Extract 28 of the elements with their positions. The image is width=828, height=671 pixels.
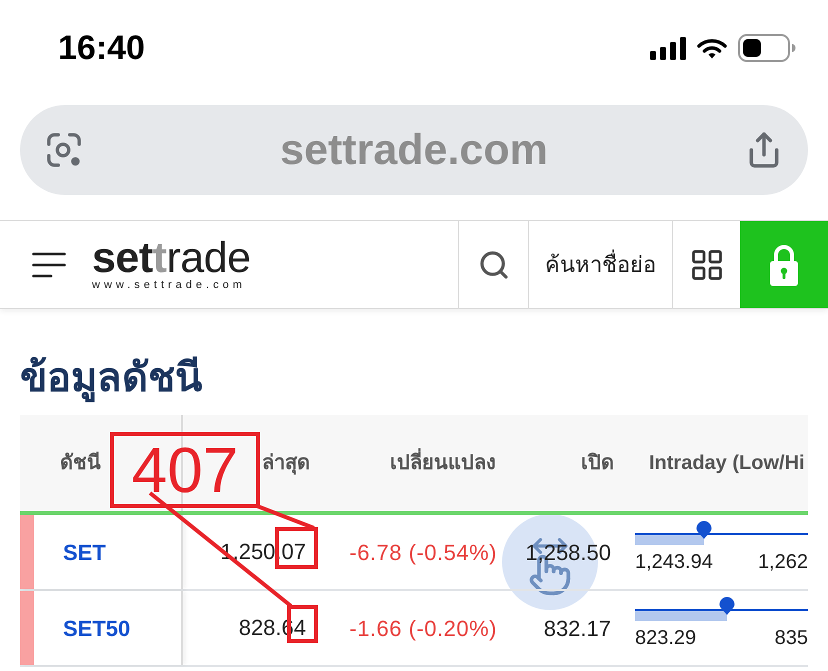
wifi-icon [697,37,727,59]
menu-icon[interactable] [32,252,66,278]
page-title: ข้อมูลดัชนี [20,351,808,405]
search-icon[interactable] [478,248,510,280]
symbol-search-button[interactable]: ค้นหาชื่อย่อ [528,221,672,308]
column-header: Intraday (Low/Hi [649,451,805,476]
intraday-low-value: 823.29 [635,626,696,650]
intraday-low-value: 1,243.94 [635,550,713,574]
column-header: เปลี่ยนแปลง [390,448,496,478]
change-value: -6.78 (-0.54%) [349,538,497,566]
status-time: 16:40 [58,31,145,65]
signal-icon [650,36,686,60]
battery-icon [738,34,796,62]
intraday-high-value: 1,262 [758,550,808,574]
logo-wordmark[interactable]: settrade [92,238,251,276]
camera-scan-icon[interactable] [45,131,83,169]
logo-tagline: www.settrade.com [92,278,246,290]
open-value: 1,258.50 [525,538,611,566]
column-header: เปิด [581,451,614,476]
column-header: ดัชนี [60,450,101,476]
column-header: ล่าสุด [262,451,310,477]
url-text: settrade.com [279,128,549,172]
open-value: 832.17 [544,614,611,642]
change-value: -1.66 (-0.20%) [349,614,497,642]
index-link[interactable]: SET [63,536,106,568]
intraday-high-value: 835 [774,626,808,650]
index-link[interactable]: SET50 [63,612,130,644]
annotation-label: 407 [110,432,260,508]
